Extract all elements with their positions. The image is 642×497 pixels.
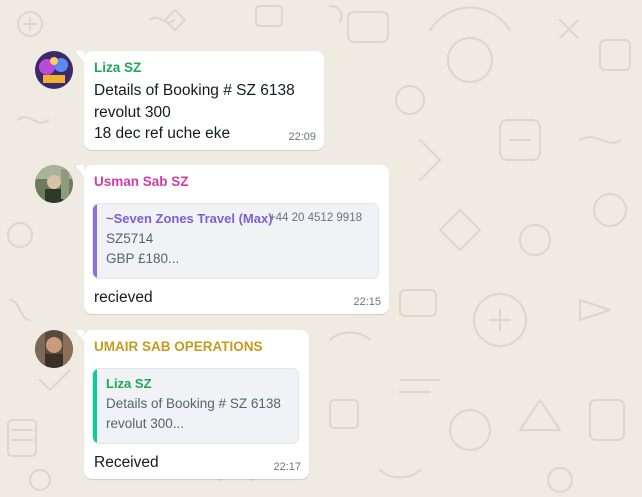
quote-sender: Liza SZ (106, 376, 152, 391)
quote-text-line: SZ5714 (106, 231, 154, 246)
message-text-line: revolut 300 (94, 104, 171, 121)
sender-name[interactable]: Liza SZ (94, 60, 141, 75)
message-text-line: 18 dec ref uche eke (94, 125, 231, 142)
quote-text-line: revolut 300... (106, 416, 185, 431)
message-time: 22:15 (353, 296, 381, 308)
message-bubble: UMAIR SAB OPERATIONS Liza SZ Details of … (76, 330, 309, 479)
bubble-tail (76, 51, 84, 62)
contact-avatar[interactable] (35, 330, 73, 368)
quote-text-line: Details of Booking # SZ 6138 (106, 396, 281, 411)
quoted-message[interactable]: ~Seven Zones Travel (Max) +44 20 4512 99… (93, 204, 378, 278)
bubble-tail (76, 165, 84, 176)
contact-avatar[interactable] (35, 51, 73, 89)
message-bubble: Usman Sab SZ ~Seven Zones Travel (Max) +… (76, 165, 389, 314)
message-text-line: Details of Booking # SZ 6138 (94, 82, 295, 99)
message-bubble: Liza SZ Details of Booking # SZ 6138 rev… (76, 51, 324, 150)
quote-text-line: GBP £180... (106, 251, 180, 266)
quote-sender: ~Seven Zones Travel (Max) (106, 211, 273, 226)
message-time: 22:17 (273, 461, 301, 473)
quoted-message[interactable]: Liza SZ Details of Booking # SZ 6138 rev… (93, 369, 298, 443)
quote-accent-bar (93, 369, 97, 443)
contact-avatar[interactable] (35, 165, 73, 203)
message-time: 22:09 (288, 131, 316, 143)
message-text: Received (94, 454, 159, 471)
quote-phone: +44 20 4512 9918 (268, 212, 362, 224)
sender-name[interactable]: Usman Sab SZ (94, 174, 189, 189)
quote-accent-bar (93, 204, 97, 278)
bubble-tail (76, 330, 84, 341)
sender-name[interactable]: UMAIR SAB OPERATIONS (94, 339, 263, 354)
message-text: recieved (94, 289, 153, 306)
